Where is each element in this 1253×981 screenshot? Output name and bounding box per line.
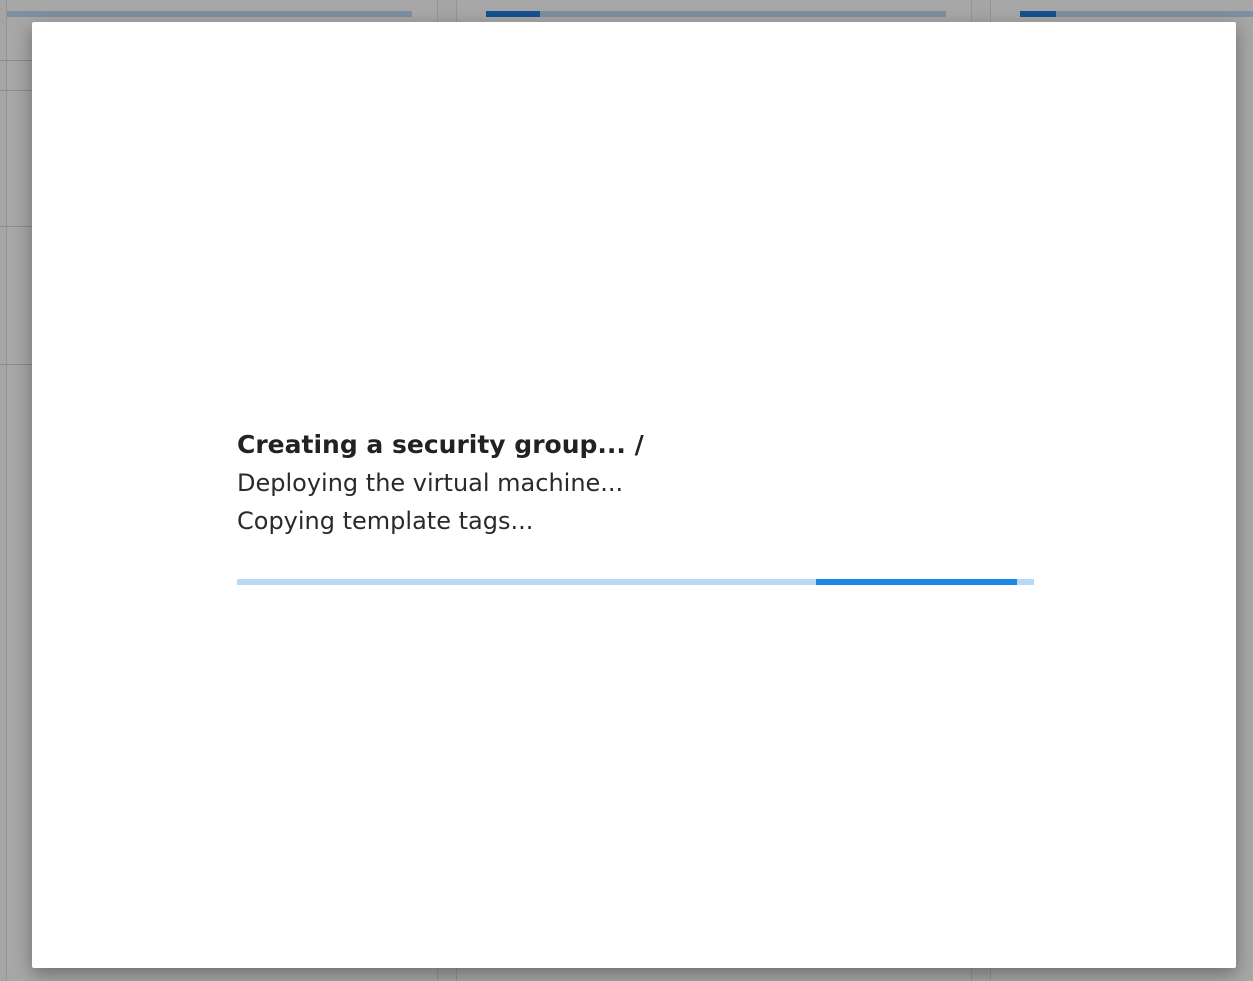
progress-bar-fill bbox=[816, 579, 1017, 585]
deployment-status: Creating a security group... / Deploying… bbox=[237, 426, 1034, 585]
status-step: Deploying the virtual machine... bbox=[237, 469, 624, 497]
current-step-title: Creating a security group... / bbox=[237, 430, 644, 459]
status-step: Copying template tags... bbox=[237, 507, 534, 535]
deployment-progress-dialog: Creating a security group... / Deploying… bbox=[32, 22, 1236, 968]
progress-bar bbox=[237, 579, 1034, 585]
